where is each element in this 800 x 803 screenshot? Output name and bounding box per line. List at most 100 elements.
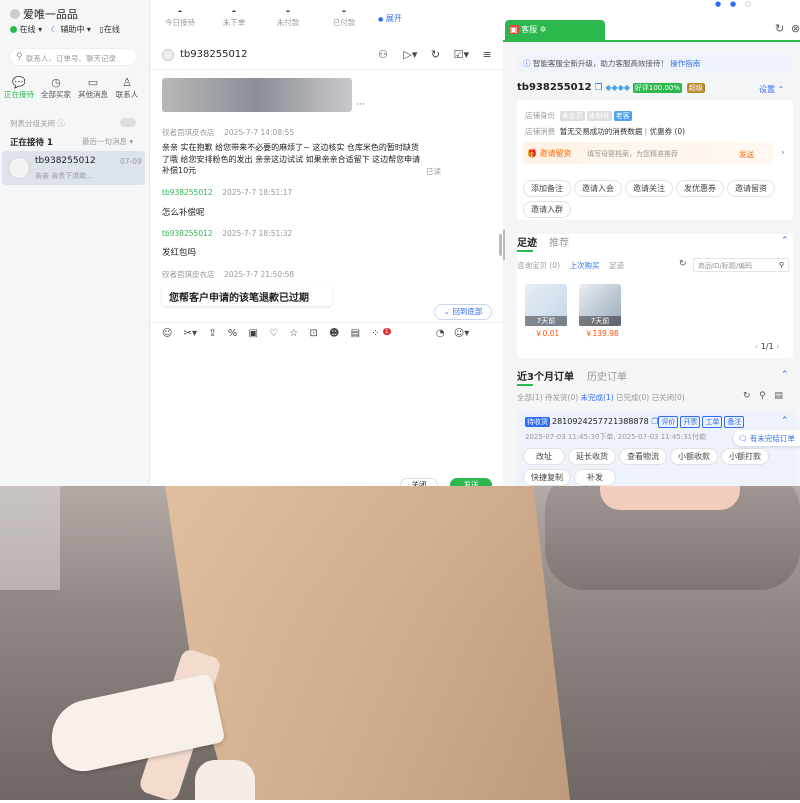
invite-follow-button[interactable]: 邀请关注 (625, 180, 673, 197)
invite-send-button[interactable]: 发送 (739, 149, 754, 160)
chat-icon: 🗨 (738, 434, 748, 443)
order-export-icon[interactable]: ▤ (774, 391, 783, 401)
order-time: 2025-07-03 11:45:30下单, 2025-07-03 11:45:… (525, 433, 707, 441)
star-icon[interactable]: ☆ (289, 328, 298, 339)
contact-card-icon[interactable]: ▤ (351, 328, 360, 339)
msg-4-meta: 钗者茴琪皮衣店 2025-7-7 21:50:58 (162, 270, 295, 279)
tab-all-buyers[interactable]: ◷ 全部买家 (38, 76, 74, 100)
contact-item[interactable]: tb938255012 07-09 亲亲 亲贵下退款... (2, 151, 145, 185)
more-tools-icon[interactable]: ⁘ (371, 328, 379, 339)
quick-copy-button[interactable]: 快捷复制 (523, 469, 571, 486)
order-copy-icon[interactable]: ❐ (651, 417, 658, 426)
reissue-button[interactable]: 补发 (574, 469, 616, 486)
msg-3-meta: tb938255012 2025-7-7 18:51:32 (162, 229, 293, 238)
search-input[interactable]: 联系人、订单号、聊天记录 (26, 53, 116, 64)
close-panel-icon[interactable]: ⊗ (791, 22, 800, 35)
msg-2-meta: tb938255012 2025-7-7 18:51:17 (162, 188, 293, 197)
goods-2-image[interactable]: 7天前 (579, 284, 621, 326)
tab-other-messages[interactable]: ▭ 其他消息 (75, 76, 111, 100)
order-search-icon[interactable]: ⚲ (759, 391, 766, 401)
tab-trace[interactable]: 足迹 (517, 234, 537, 252)
orders-collapse-icon[interactable]: ⌃ (781, 370, 789, 380)
trace-refresh-icon[interactable]: ↻ (679, 259, 687, 269)
send-button[interactable]: 发送 (450, 478, 492, 486)
emotion-icon[interactable]: ◔ (436, 328, 445, 339)
app-window: 爱唯一品品 在线 ▾ ☾ 辅助中 ▾ ▯在线 ⚲ 联系人、订单号、聊天记录 💬 正… (0, 0, 800, 486)
subtab-last-buy[interactable]: 上次购买 (570, 261, 600, 270)
goods-pager[interactable]: ‹ 1/1 › (755, 342, 779, 351)
good-rate-badge: 好评100.00% (632, 83, 683, 93)
invite-desc: 填写母婴档案，为您精准推荐 (587, 150, 678, 158)
online-status-2[interactable]: ▯在线 (99, 25, 119, 34)
user-dot-icon[interactable]: ● (715, 0, 721, 8)
quick-reply-icon[interactable]: ☺▾ (454, 328, 469, 339)
notice-guide-link[interactable]: 操作指南 (670, 59, 700, 68)
history-icon[interactable]: ↻ (431, 48, 440, 61)
add-note-button[interactable]: 添加备注 (523, 180, 571, 197)
trace-collapse-icon[interactable]: ⌃ (781, 236, 789, 246)
percent-icon[interactable]: % (228, 328, 238, 339)
chat-image[interactable] (162, 78, 352, 112)
close-button[interactable]: 关闭 (400, 478, 438, 486)
goods-search-input[interactable]: 商品ID/标题/编码 ⚲ (693, 258, 789, 272)
smile-icon[interactable]: ☻ (329, 328, 339, 339)
expand-button[interactable]: ● 展开 (378, 13, 402, 24)
spend-row: 店铺消费 暂无交易成功的消费数据 | 优惠券 (0) (525, 127, 686, 136)
upload-icon[interactable]: ⇪ (208, 328, 216, 339)
assist-status[interactable]: ☾ 辅助中 ▾ (51, 25, 91, 34)
refresh-icon[interactable]: ↻ (775, 22, 784, 35)
chat-avatar (162, 49, 174, 61)
menu-icon[interactable]: ≡ (482, 48, 491, 61)
change-address-button[interactable]: 改址 (523, 448, 565, 465)
subtab-consult[interactable]: 咨询宝贝 (0) (517, 261, 560, 270)
search-box[interactable]: ⚲ 联系人、订单号、聊天记录 (9, 48, 137, 66)
tab-recommend[interactable]: 推荐 (549, 234, 569, 249)
chat-scrollbar[interactable] (499, 234, 502, 256)
customer-panel: ▣ 客服 ✲ ↻ ⊗ ⓘ 智能客服全新升级，助力客服高效接待！ 操作指南 tb9… (503, 0, 800, 486)
goods-1-image[interactable]: 7天前 (525, 284, 567, 326)
window-circle-icon[interactable]: ○ (745, 0, 751, 8)
more-icon[interactable]: ··· (356, 100, 365, 110)
send-coupon-button[interactable]: 发优惠券 (676, 180, 724, 197)
checklist-icon[interactable]: ☑▾ (454, 48, 469, 61)
small-collect-button[interactable]: 小额收款 (670, 448, 718, 465)
chevron-right-icon[interactable]: › (781, 148, 785, 158)
logo-icon (10, 9, 20, 19)
small-pay-button[interactable]: 小额打款 (721, 448, 769, 465)
refund-card[interactable]: 您帮客户申请的该笔退款已过期 (162, 284, 332, 306)
tab-recent-orders[interactable]: 近3个月订单 (517, 368, 574, 386)
stat-paid: - 已付款 (332, 6, 356, 27)
bag-icon[interactable]: ⊡ (309, 328, 317, 339)
chat-panel: tb938255012 ⚇ ▷▾ ↻ ☑▾ ≡ ··· 钗者茴琪皮衣店 2025… (150, 40, 502, 486)
scissors-icon[interactable]: ✂▾ (184, 328, 197, 339)
tab-history-orders[interactable]: 历史订单 (587, 368, 627, 383)
invite-group-button[interactable]: 邀请入群 (523, 201, 571, 218)
robot-icon[interactable]: ⚇ (378, 48, 388, 61)
tab-receiving[interactable]: 💬 正在接待 (2, 76, 36, 100)
receiving-header: 正在接待 1 (10, 138, 53, 148)
order-expand-icon[interactable]: ⌃ (781, 416, 789, 426)
emoji-icon[interactable]: ☺ (162, 328, 172, 339)
gift-icon[interactable]: ♡ (269, 328, 278, 339)
order-status-badge: 待收货 (525, 417, 550, 427)
coupon-icon[interactable]: ▣ (249, 328, 258, 339)
tab-customer-service[interactable]: ▣ 客服 ✲ (505, 20, 605, 40)
online-status[interactable]: 在线 ▾ (10, 25, 42, 34)
copy-icon[interactable]: ❐ (594, 83, 602, 93)
view-logistics-button[interactable]: 查看物流 (619, 448, 667, 465)
msg-2-text: 怎么补偿呢 (162, 208, 205, 218)
order-refresh-icon[interactable]: ↻ (743, 391, 751, 401)
tab-contacts[interactable]: ♙ 联系人 (112, 76, 142, 100)
video-icon[interactable]: ▷▾ (403, 48, 417, 61)
info-dot-icon[interactable]: ● (730, 0, 736, 8)
invite-info-button[interactable]: 邀请留资 (727, 180, 775, 197)
invite-member-button[interactable]: 邀请入会 (574, 180, 622, 197)
group-toggle-switch[interactable] (120, 118, 136, 127)
extend-receipt-button[interactable]: 延长收货 (568, 448, 616, 465)
back-to-bottom-button[interactable]: ⌄ 回到底部 (434, 304, 492, 320)
settings-link[interactable]: 设置 ⌃ (759, 84, 784, 95)
panel-scrollbar[interactable] (503, 230, 505, 260)
unfinished-order-float[interactable]: 🗨 有未完结订单 (733, 430, 800, 446)
subtab-footprint[interactable]: 足迹 (609, 261, 624, 270)
sort-dropdown[interactable]: 最后一句消息 ▾ (82, 136, 133, 147)
